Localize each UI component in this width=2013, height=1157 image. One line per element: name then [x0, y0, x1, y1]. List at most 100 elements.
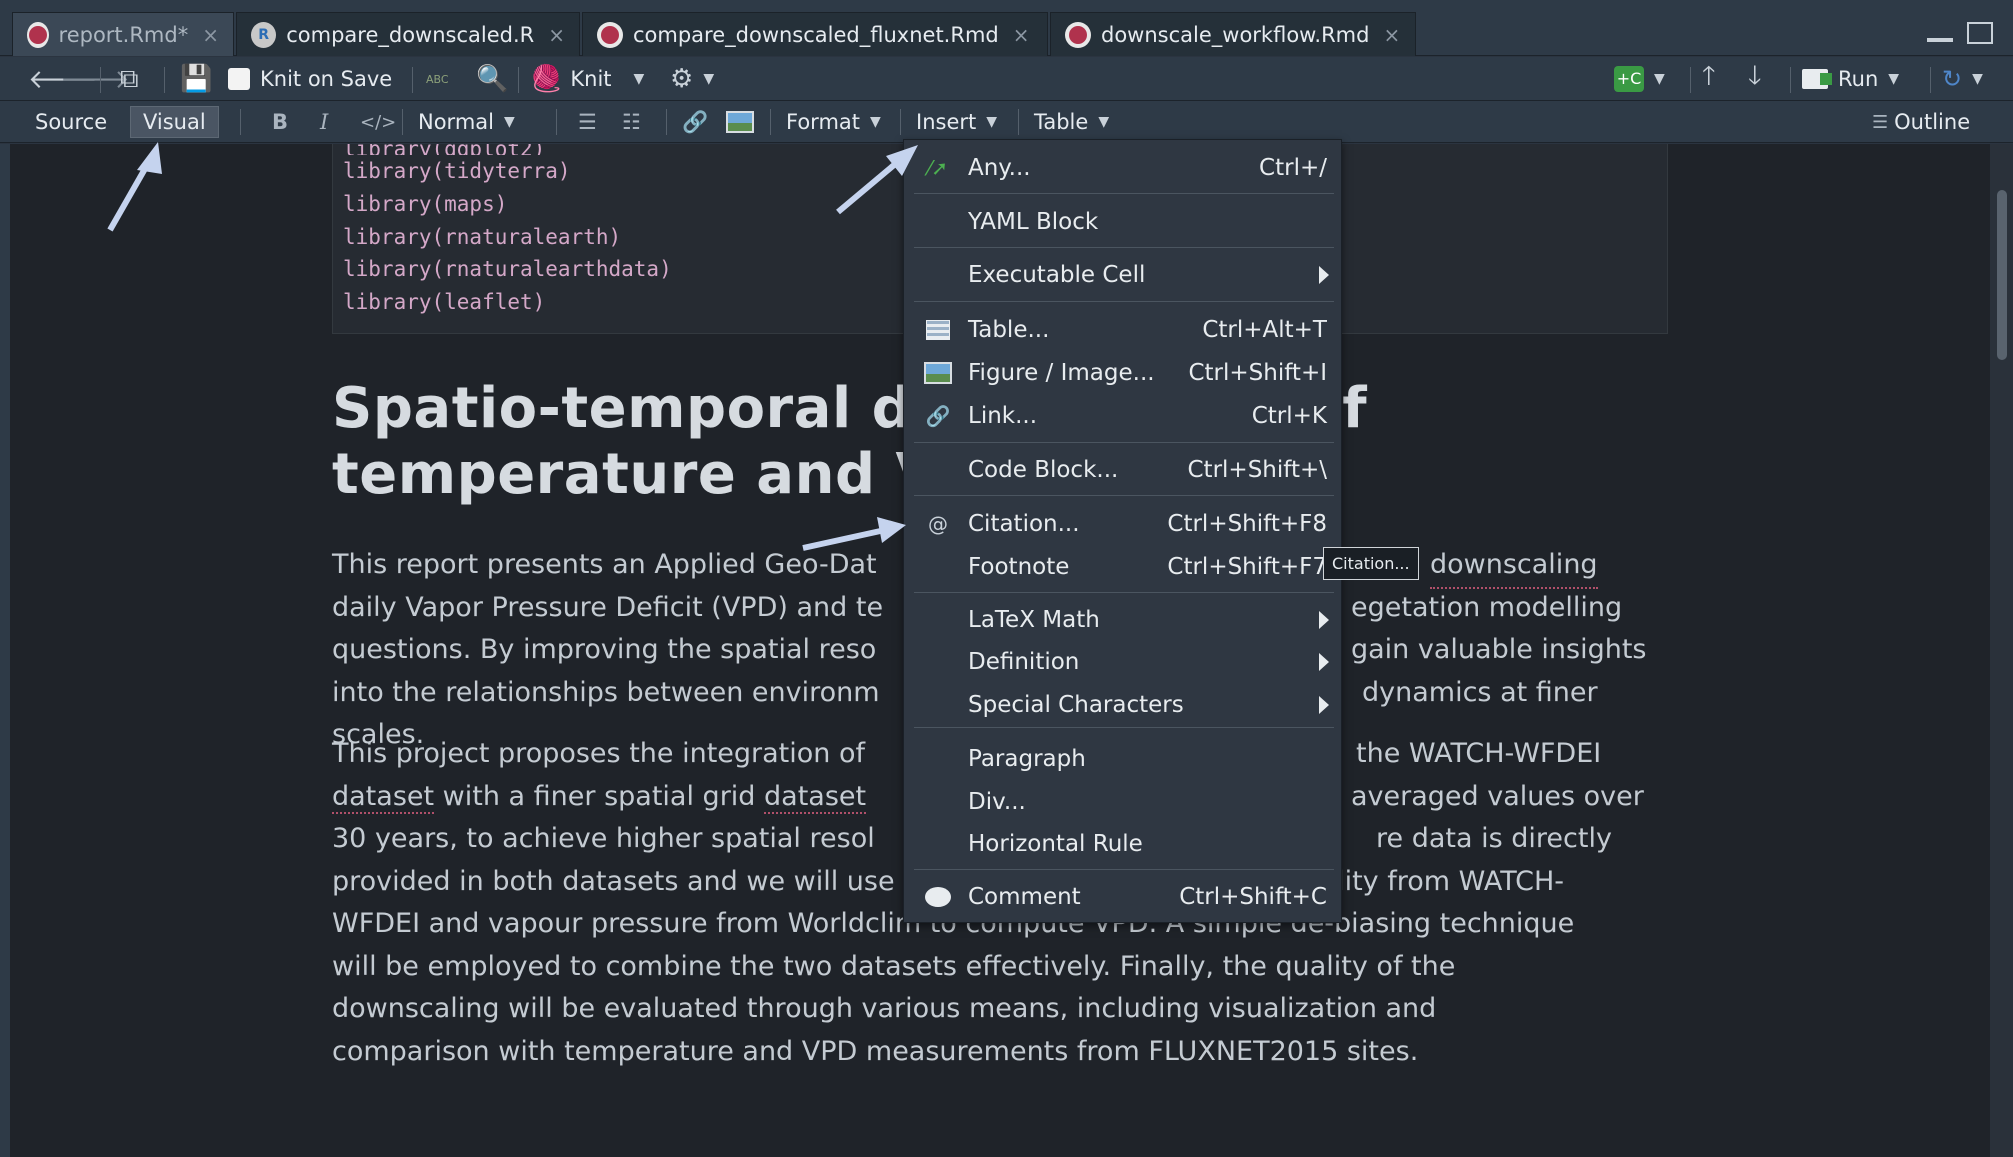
go-to-next-chunk-button[interactable]: 🡓: [1748, 57, 1762, 101]
text-line: dynamics at finer: [1362, 676, 1598, 708]
submenu-arrow-icon: [1319, 653, 1329, 671]
comment-icon-wrap: [924, 883, 952, 911]
outline-button[interactable]: ☰ Outline: [1872, 101, 1970, 143]
menu-item-any[interactable]: ⁄➚ Any... Ctrl+/: [904, 148, 1341, 188]
save-button[interactable]: 💾: [180, 57, 212, 101]
show-in-window-button[interactable]: ⧉: [120, 57, 139, 101]
bullet-list-icon: ☰: [578, 110, 597, 134]
chevron-down-icon: ▼: [703, 71, 715, 87]
editor-left-border: [0, 144, 10, 1157]
close-icon[interactable]: ×: [1383, 23, 1400, 47]
chevron-down-icon: ▼: [1972, 71, 1983, 87]
tab-compare-downscaled-r[interactable]: compare_downscaled.R ×: [236, 12, 580, 56]
window-controls: [1927, 22, 1993, 44]
menu-item-special-characters[interactable]: Special Characters: [904, 685, 1341, 725]
table-menu[interactable]: Table ▼: [1034, 101, 1109, 143]
chevron-down-icon: ▼: [870, 114, 881, 130]
menu-item-label: Div...: [968, 789, 1026, 815]
arrow-up-icon: 🡑: [1702, 61, 1716, 91]
menu-item-label: YAML Block: [968, 209, 1099, 235]
menu-item-shortcut: Ctrl+Shift+F7: [1167, 554, 1327, 580]
knit-needle-icon: 🧶: [530, 64, 563, 94]
tab-label: downscale_workflow.Rmd: [1101, 22, 1370, 47]
knit-button[interactable]: 🧶 Knit ▼: [530, 57, 644, 101]
italic-icon: I: [320, 110, 329, 134]
visual-mode-button[interactable]: Visual: [130, 106, 219, 138]
chevron-down-icon: ▼: [1654, 71, 1665, 87]
insert-link-button[interactable]: 🔗: [682, 101, 708, 143]
knit-on-save-checkbox[interactable]: [228, 68, 250, 90]
chevron-down-icon[interactable]: ▼: [634, 71, 645, 87]
source-label: Source: [35, 110, 108, 134]
menu-item-label: Footnote: [968, 554, 1070, 580]
insert-menu-button[interactable]: Insert ▼: [916, 101, 997, 143]
gear-icon: ⚙: [670, 64, 694, 94]
menu-item-code-block[interactable]: Code Block... Ctrl+Shift+\: [904, 450, 1341, 490]
scrollbar-thumb[interactable]: [1997, 190, 2007, 360]
insert-image-button[interactable]: [726, 101, 754, 143]
menu-item-link[interactable]: 🔗 Link... Ctrl+K: [904, 396, 1341, 436]
close-icon[interactable]: ×: [202, 23, 219, 47]
menu-item-label: LaTeX Math: [968, 607, 1100, 633]
code-button[interactable]: </>: [360, 101, 396, 143]
r-file-icon: [251, 21, 277, 48]
menu-item-citation[interactable]: @ Citation... Ctrl+Shift+F8: [904, 504, 1341, 544]
text-line: downscaling will be evaluated through va…: [332, 993, 1437, 1024]
bold-button[interactable]: B: [272, 101, 288, 143]
menu-item-paragraph[interactable]: Paragraph: [904, 739, 1341, 779]
run-label: Run: [1838, 67, 1879, 91]
menu-item-executable-cell[interactable]: Executable Cell: [904, 255, 1341, 295]
menu-item-table[interactable]: Table... Ctrl+Alt+T: [904, 310, 1341, 350]
find-replace-button[interactable]: 🔍: [476, 57, 508, 101]
numbered-list-icon: ☷: [622, 110, 641, 134]
close-icon[interactable]: ×: [1013, 23, 1030, 47]
insert-chunk-button[interactable]: +C ▼: [1614, 57, 1665, 101]
rerun-icon: ↻: [1942, 65, 1963, 93]
bullet-list-button[interactable]: ☰: [578, 101, 597, 143]
menu-item-label: Paragraph: [968, 746, 1086, 772]
settings-button[interactable]: ⚙ ▼: [670, 57, 714, 101]
format-menu[interactable]: Format ▼: [786, 101, 881, 143]
visual-editor-toolbar: Source Visual B I </> Normal ▼ ☰ ☷ 🔗 For…: [0, 101, 2013, 143]
menu-item-footnote[interactable]: Footnote Ctrl+Shift+F7: [904, 547, 1341, 587]
text-line: gain valuable insights: [1351, 634, 1647, 665]
text-line: This project proposes the integration of: [332, 738, 866, 769]
go-to-previous-chunk-button[interactable]: 🡑: [1702, 57, 1716, 101]
menu-item-figure-image[interactable]: Figure / Image... Ctrl+Shift+I: [904, 353, 1341, 393]
text-line: dataset: [764, 780, 867, 814]
close-icon[interactable]: ×: [548, 23, 565, 47]
menu-item-horizontal-rule[interactable]: Horizontal Rule: [904, 824, 1341, 864]
arrow-down-icon: 🡓: [1748, 61, 1762, 91]
chevron-down-icon: ▼: [1888, 71, 1900, 87]
menu-item-shortcut: Ctrl+Shift+F8: [1167, 511, 1327, 537]
italic-button[interactable]: I: [320, 101, 328, 143]
paragraph-1[interactable]: This report presents an Applied Geo-Dat d…: [332, 544, 1646, 757]
tab-label: compare_downscaled_fluxnet.Rmd: [633, 22, 999, 47]
menu-item-div[interactable]: Div...: [904, 782, 1341, 822]
text-line: questions. By improving the spatial reso: [332, 634, 877, 665]
visual-label: Visual: [143, 110, 206, 134]
menu-item-comment[interactable]: Comment Ctrl+Shift+C: [904, 877, 1341, 917]
menu-item-definition[interactable]: Definition: [904, 642, 1341, 682]
tab-label: compare_downscaled.R: [286, 22, 535, 47]
save-icon: 💾: [180, 64, 213, 94]
knit-on-save-toggle[interactable]: Knit on Save: [228, 57, 392, 101]
tab-downscale-workflow[interactable]: downscale_workflow.Rmd ×: [1050, 12, 1416, 56]
block-style-dropdown[interactable]: Normal ▼: [418, 101, 515, 143]
text-line: 30 years, to achieve higher spatial reso…: [332, 823, 875, 854]
source-mode-button[interactable]: Source: [35, 101, 107, 143]
maximize-icon[interactable]: [1967, 22, 1993, 44]
tab-report-rmd[interactable]: report.Rmd* ×: [12, 12, 234, 56]
spellcheck-button[interactable]: ABC: [426, 57, 449, 101]
numbered-list-button[interactable]: ☷: [622, 101, 641, 143]
insert-chunk-icon: +C: [1614, 66, 1644, 92]
spellcheck-icon: ABC: [426, 72, 449, 86]
rerun-button[interactable]: ↻ ▼: [1942, 57, 1983, 101]
menu-item-yaml-block[interactable]: YAML Block: [904, 202, 1341, 242]
popout-icon: ⧉: [120, 63, 139, 94]
menu-item-latex-math[interactable]: LaTeX Math: [904, 600, 1341, 640]
text-line: downscaling: [1430, 544, 1598, 589]
minimize-icon[interactable]: [1927, 34, 1953, 42]
tab-compare-downscaled-fluxnet[interactable]: compare_downscaled_fluxnet.Rmd ×: [582, 12, 1048, 56]
run-button[interactable]: Run ▼: [1802, 57, 1899, 101]
